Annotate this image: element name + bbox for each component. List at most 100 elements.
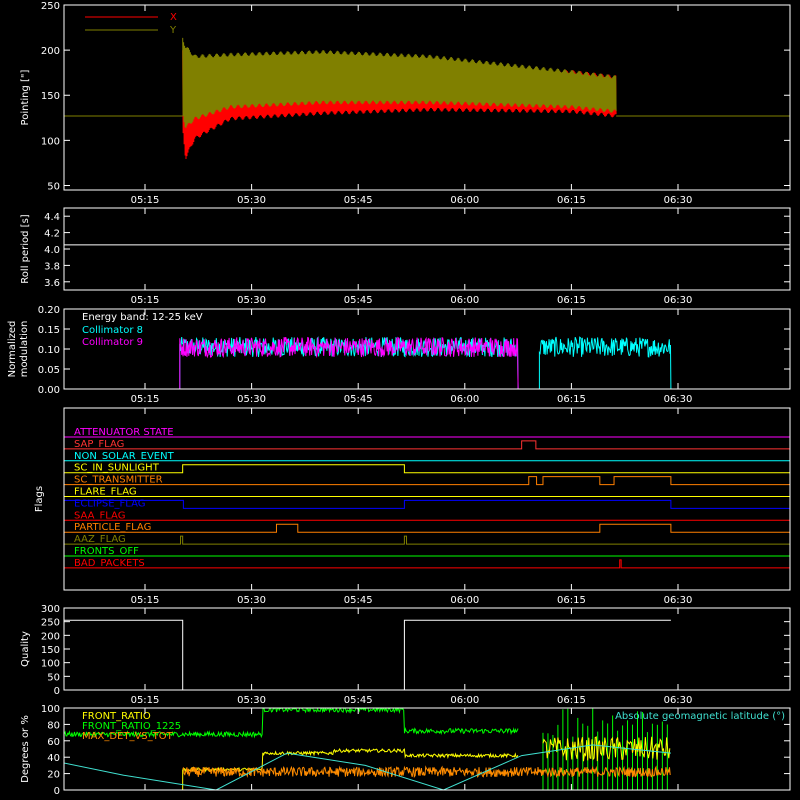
flag-label-non-solar-event: NON_SOLAR_EVENT <box>74 451 175 462</box>
pointing-ytick-label: 100 <box>41 136 60 147</box>
flag-label-fronts-off: FRONTS_OFF <box>74 546 139 557</box>
roll-ytick-label: 4.0 <box>44 245 60 256</box>
pointing-ytick-label: 250 <box>41 1 60 12</box>
roll-xtick-label: 05:15 <box>131 295 160 306</box>
quality-xtick-label: 05:30 <box>237 695 266 706</box>
ratio-legend-geomag: Absolute geomagnetic latitude (°) <box>615 711 785 722</box>
pointing-plot <box>64 37 790 160</box>
pointing-xtick-label: 05:15 <box>131 195 160 206</box>
ratio-legend-2: MAX_DET_VS_TOT <box>82 731 174 742</box>
flag-label-sc-transmitter: SC_TRANSMITTER <box>74 475 163 486</box>
flag-label-sap-flag: SAP_FLAG <box>74 439 124 450</box>
mod-ylabel-2: modulation <box>19 321 30 378</box>
legend-label-y: Y <box>169 25 177 36</box>
quality-ytick-label: 300 <box>41 604 60 615</box>
flag-line-sc-in-sunlight <box>64 464 790 474</box>
quality-ytick-label: 250 <box>41 618 60 629</box>
flag-line-bad-packets <box>64 559 790 569</box>
mod-legend-8: Collimator 8 <box>82 325 143 336</box>
roll-ytick-label: 4.2 <box>44 229 60 240</box>
quality-ytick-label: 100 <box>41 659 60 670</box>
roll-ytick-label: 3.8 <box>44 261 60 272</box>
ratio-front-tail <box>542 736 671 762</box>
roll-xtick-label: 05:30 <box>237 295 266 306</box>
flag-label-aaz-flag: AAZ_FLAG <box>74 534 126 545</box>
mod-xtick-label: 06:00 <box>450 394 479 405</box>
pointing-ylabel: Pointing ["] <box>20 69 31 125</box>
mod-ytick-label: 0.20 <box>38 305 60 316</box>
pointing-ytick-label: 200 <box>41 46 60 57</box>
flag-line-eclipse-flag <box>63 499 790 509</box>
flag-label-particle-flag: PARTICLE_FLAG <box>74 522 151 533</box>
mod-xtick-label: 05:45 <box>344 394 373 405</box>
flag-label-attenuator state: ATTENUATOR STATE <box>74 427 174 438</box>
ratio-ytick-label: 0 <box>54 786 60 797</box>
pointing-xtick-label: 06:15 <box>557 195 586 206</box>
quality-ytick-label: 200 <box>41 631 60 642</box>
ratio-ytick-label: 20 <box>47 770 60 781</box>
ratio-max-det <box>182 765 671 779</box>
flags-xtick-label: 06:30 <box>664 595 693 606</box>
quality-xtick-label: 06:30 <box>664 695 693 706</box>
quality-ytick-label: 0 <box>54 686 60 697</box>
ratio-front-1225 <box>64 708 519 739</box>
pointing-xtick-label: 05:45 <box>344 195 373 206</box>
quicklook-chart: X Y 05:15 05:30 05:45 06:00 06:15 06:30 50 100 150… <box>0 0 800 800</box>
quality-line <box>64 619 671 691</box>
flag-line-particle-flag <box>64 523 790 533</box>
flag-label-sc-in-sunlight: SC_IN_SUNLIGHT <box>74 463 160 474</box>
mod-series-collimator-9 <box>179 336 519 389</box>
roll-ytick-label: 3.6 <box>44 278 60 289</box>
flag-line-sc-transmitter <box>64 476 790 486</box>
chart-canvas: XY 05:15 05:30 05:45 06:00 06:15 06:30 50 100 150… <box>7 1 791 797</box>
ratio-ytick-label: 60 <box>47 737 60 748</box>
flags-xtick-label: 06:00 <box>450 595 479 606</box>
quality-xtick-label: 06:00 <box>450 695 479 706</box>
ratio-ytick-label: 80 <box>47 720 60 731</box>
flags-ylabel: Flags <box>34 486 45 512</box>
roll-xtick-label: 05:45 <box>344 295 373 306</box>
quality-ytick-label: 50 <box>47 672 60 683</box>
mod-ytick-label: 0.00 <box>38 385 60 396</box>
mod-ytick-label: 0.10 <box>38 345 60 356</box>
mod-ytick-label: 0.05 <box>38 365 60 376</box>
ratio-ytick-label: 100 <box>41 704 60 715</box>
ratio-ytick-label: 40 <box>47 753 60 764</box>
flags-xtick-label: 06:15 <box>557 595 586 606</box>
flags-xtick-label: 05:15 <box>131 595 160 606</box>
pointing-ytick-label: 150 <box>41 91 60 102</box>
mod-xtick-label: 05:15 <box>131 394 160 405</box>
quality-ytick-label: 150 <box>41 645 60 656</box>
pointing-xtick-label: 06:30 <box>664 195 693 206</box>
mod-ytick-label: 0.15 <box>38 325 60 336</box>
mod-xtick-label: 06:30 <box>664 394 693 405</box>
roll-ylabel: Roll period [s] <box>20 214 31 283</box>
quality-xtick-label: 05:45 <box>344 695 373 706</box>
quality-xtick-label: 06:15 <box>557 695 586 706</box>
roll-frame <box>63 207 791 291</box>
flag-line-aaz-flag <box>64 535 790 545</box>
flag-line-sap-flag <box>64 440 790 450</box>
mod-ylabel-1: Normalized <box>7 321 18 378</box>
pointing-xtick-label: 06:00 <box>450 195 479 206</box>
legend-label-x: X <box>170 12 177 23</box>
mod-plot <box>179 336 672 389</box>
mod-xtick-label: 06:15 <box>557 394 586 405</box>
flag-label-saa-flag: SAA_FLAG <box>74 510 125 521</box>
flags-xtick-label: 05:30 <box>237 595 266 606</box>
quality-xtick-label: 05:15 <box>131 695 160 706</box>
roll-xtick-label: 06:15 <box>557 295 586 306</box>
flag-label-bad-packets: BAD_PACKETS <box>74 558 145 569</box>
ratio-ylabel: Degrees or % <box>20 715 31 783</box>
mod-series-collimator-8 <box>538 336 672 389</box>
quality-ylabel: Quality <box>20 631 31 667</box>
pointing-ytick-label: 50 <box>47 181 60 192</box>
pointing-xtick-label: 05:30 <box>237 195 266 206</box>
roll-xtick-label: 06:00 <box>450 295 479 306</box>
roll-ytick-label: 4.4 <box>44 212 60 223</box>
roll-xtick-label: 06:30 <box>664 295 693 306</box>
flag-label-eclipse-flag: ECLIPSE_FLAG <box>74 498 145 509</box>
flag-label-flare-flag: FLARE_FLAG <box>74 487 137 498</box>
flags-xtick-label: 05:45 <box>344 595 373 606</box>
mod-annotation: Energy band: 12-25 keV <box>82 312 203 323</box>
